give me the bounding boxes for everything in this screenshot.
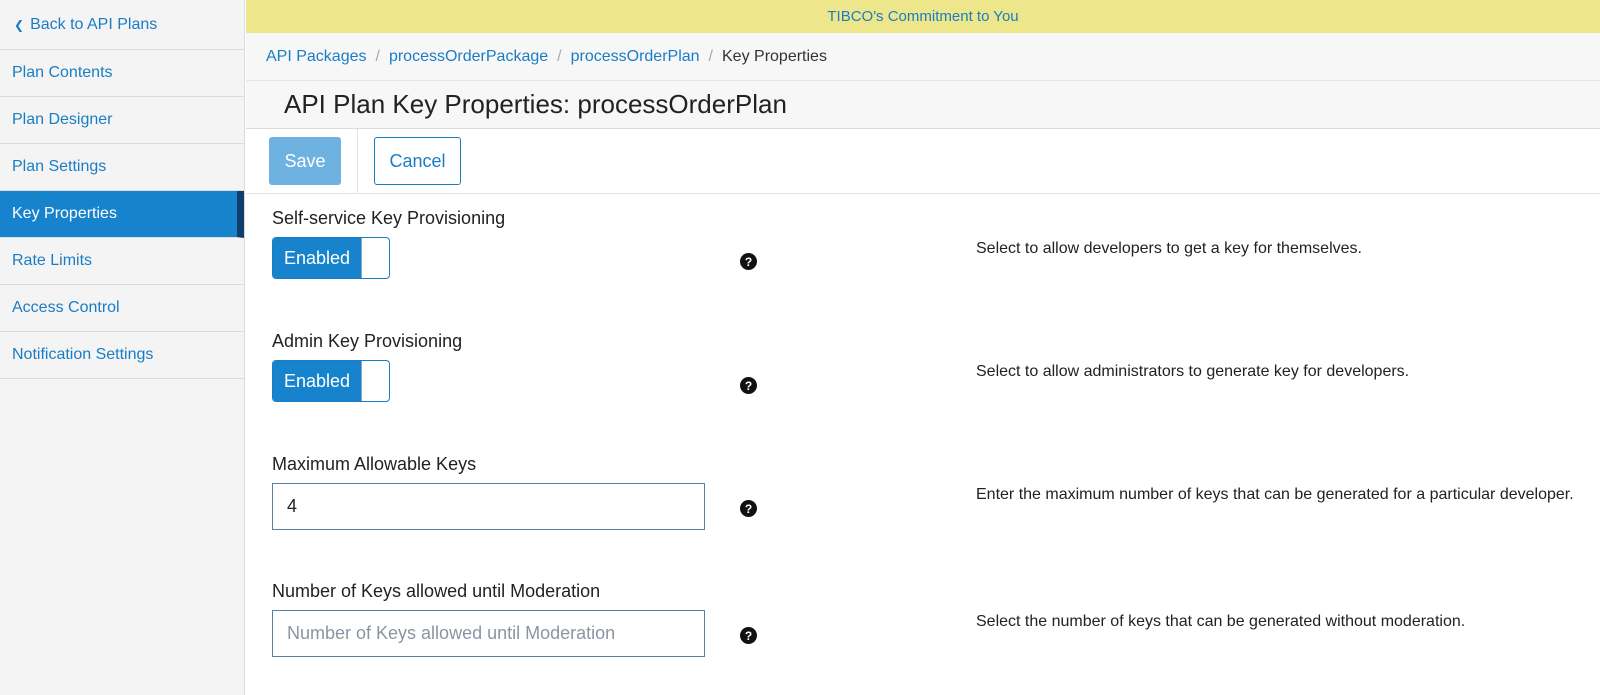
moderation-field: Number of Keys allowed until Moderation <box>272 581 705 657</box>
breadcrumb-current: Key Properties <box>722 47 827 65</box>
self-service-toggle-label: Enabled <box>273 238 361 278</box>
toggle-knob <box>361 361 389 401</box>
page-title: API Plan Key Properties: processOrderPla… <box>284 89 787 119</box>
main-content: TIBCO's Commitment to You API Packages /… <box>246 0 1600 695</box>
back-link-label: Back to API Plans <box>30 15 158 33</box>
admin-toggle-label: Enabled <box>273 361 361 401</box>
moderation-label: Number of Keys allowed until Moderation <box>272 581 601 601</box>
breadcrumb-separator: / <box>375 47 380 65</box>
breadcrumb: API Packages / processOrderPackage / pro… <box>246 33 1600 80</box>
back-to-api-plans-link[interactable]: ❮ Back to API Plans <box>0 0 244 50</box>
help-icon[interactable]: ? <box>740 253 757 270</box>
help-icon[interactable]: ? <box>740 500 757 517</box>
sidebar-item-notification-settings[interactable]: Notification Settings <box>0 332 244 379</box>
max-keys-description: Enter the maximum number of keys that ca… <box>976 486 1574 503</box>
max-keys-field: Maximum Allowable Keys <box>272 454 705 530</box>
page-header: API Plan Key Properties: processOrderPla… <box>246 80 1600 129</box>
breadcrumb-plan[interactable]: processOrderPlan <box>571 48 700 66</box>
breadcrumb-separator: / <box>708 47 713 65</box>
commitment-banner: TIBCO's Commitment to You <box>246 0 1600 33</box>
sidebar-item-rate-limits[interactable]: Rate Limits <box>0 238 244 285</box>
admin-description: Select to allow administrators to genera… <box>976 363 1410 380</box>
self-service-field: Self-service Key Provisioning Enabled <box>272 208 505 279</box>
admin-field: Admin Key Provisioning Enabled <box>272 331 462 402</box>
breadcrumb-package[interactable]: processOrderPackage <box>389 48 548 66</box>
cancel-button[interactable]: Cancel <box>374 137 461 185</box>
sidebar-item-plan-designer[interactable]: Plan Designer <box>0 97 244 144</box>
max-keys-input[interactable] <box>272 483 705 530</box>
admin-toggle[interactable]: Enabled <box>272 360 390 402</box>
sidebar: ❮ Back to API Plans Plan Contents Plan D… <box>0 0 245 695</box>
moderation-input[interactable] <box>272 610 705 657</box>
sidebar-item-plan-settings[interactable]: Plan Settings <box>0 144 244 191</box>
action-toolbar: Save Cancel <box>246 129 1600 194</box>
breadcrumb-api-packages[interactable]: API Packages <box>266 48 367 66</box>
toggle-knob <box>361 238 389 278</box>
commitment-link[interactable]: TIBCO's Commitment to You <box>827 8 1018 25</box>
self-service-label: Self-service Key Provisioning <box>272 208 506 228</box>
moderation-description: Select the number of keys that can be ge… <box>976 613 1466 630</box>
help-icon[interactable]: ? <box>740 377 757 394</box>
breadcrumb-separator: / <box>557 47 562 65</box>
help-icon[interactable]: ? <box>740 627 757 644</box>
toolbar-divider <box>357 129 358 193</box>
sidebar-item-plan-contents[interactable]: Plan Contents <box>0 50 244 97</box>
admin-label: Admin Key Provisioning <box>272 331 463 351</box>
sidebar-item-key-properties[interactable]: Key Properties <box>0 191 244 238</box>
chevron-left-icon: ❮ <box>14 17 25 32</box>
sidebar-item-access-control[interactable]: Access Control <box>0 285 244 332</box>
max-keys-label: Maximum Allowable Keys <box>272 454 477 474</box>
self-service-toggle[interactable]: Enabled <box>272 237 390 279</box>
self-service-description: Select to allow developers to get a key … <box>976 240 1362 257</box>
save-button[interactable]: Save <box>269 137 341 185</box>
